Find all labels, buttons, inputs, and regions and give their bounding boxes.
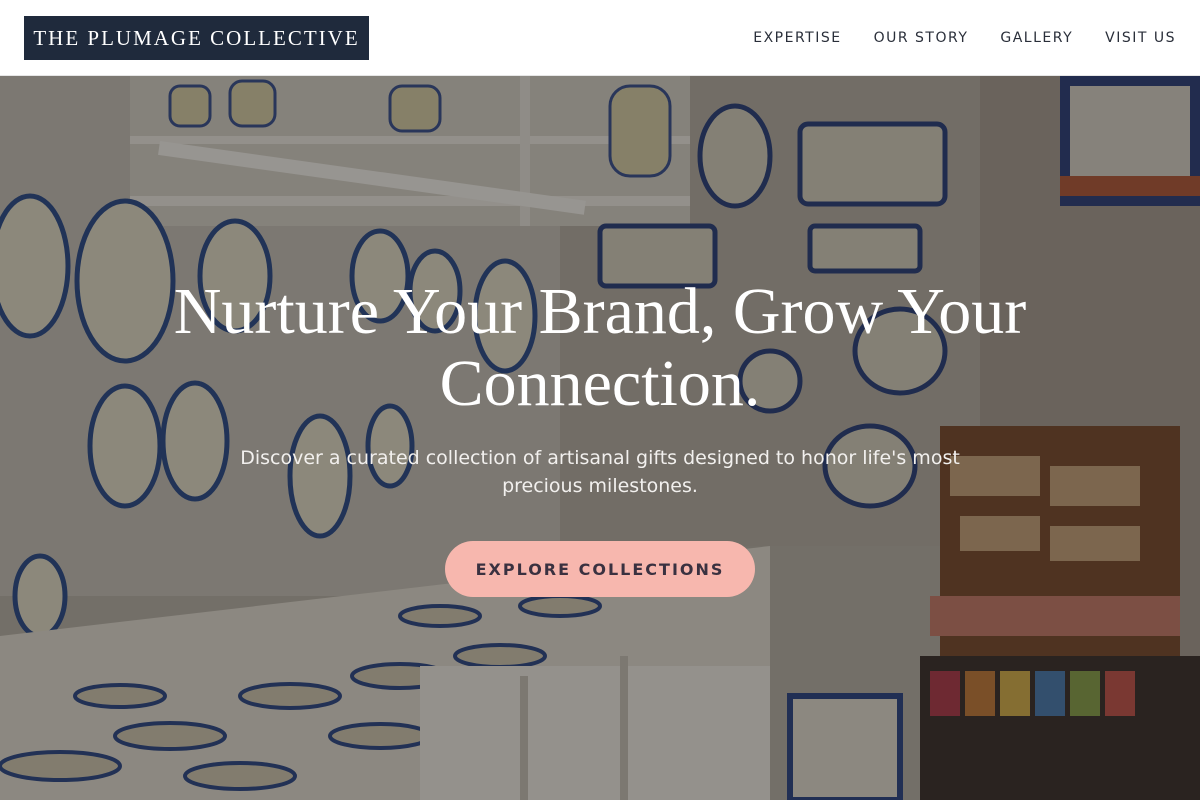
nav-link-our-story[interactable]: OUR STORY: [874, 30, 969, 46]
main-nav: EXPERTISE OUR STORY GALLERY VISIT US: [753, 0, 1176, 76]
hero-subtext: Discover a curated collection of artisan…: [240, 447, 960, 497]
explore-collections-button[interactable]: EXPLORE COLLECTIONS: [445, 541, 755, 597]
brand-logo[interactable]: THE PLUMAGE COLLECTIVE: [24, 16, 369, 60]
nav-link-expertise[interactable]: EXPERTISE: [753, 30, 841, 46]
hero-section: Nurture Your Brand, Grow Your Connection…: [0, 76, 1200, 800]
site-header: THE PLUMAGE COLLECTIVE EXPERTISE OUR STO…: [0, 0, 1200, 76]
nav-link-visit-us[interactable]: VISIT US: [1105, 30, 1176, 46]
hero-headline: Nurture Your Brand, Grow Your Connection…: [173, 275, 1027, 420]
hero-content: Nurture Your Brand, Grow Your Connection…: [0, 76, 1200, 800]
nav-link-gallery[interactable]: GALLERY: [1000, 30, 1073, 46]
